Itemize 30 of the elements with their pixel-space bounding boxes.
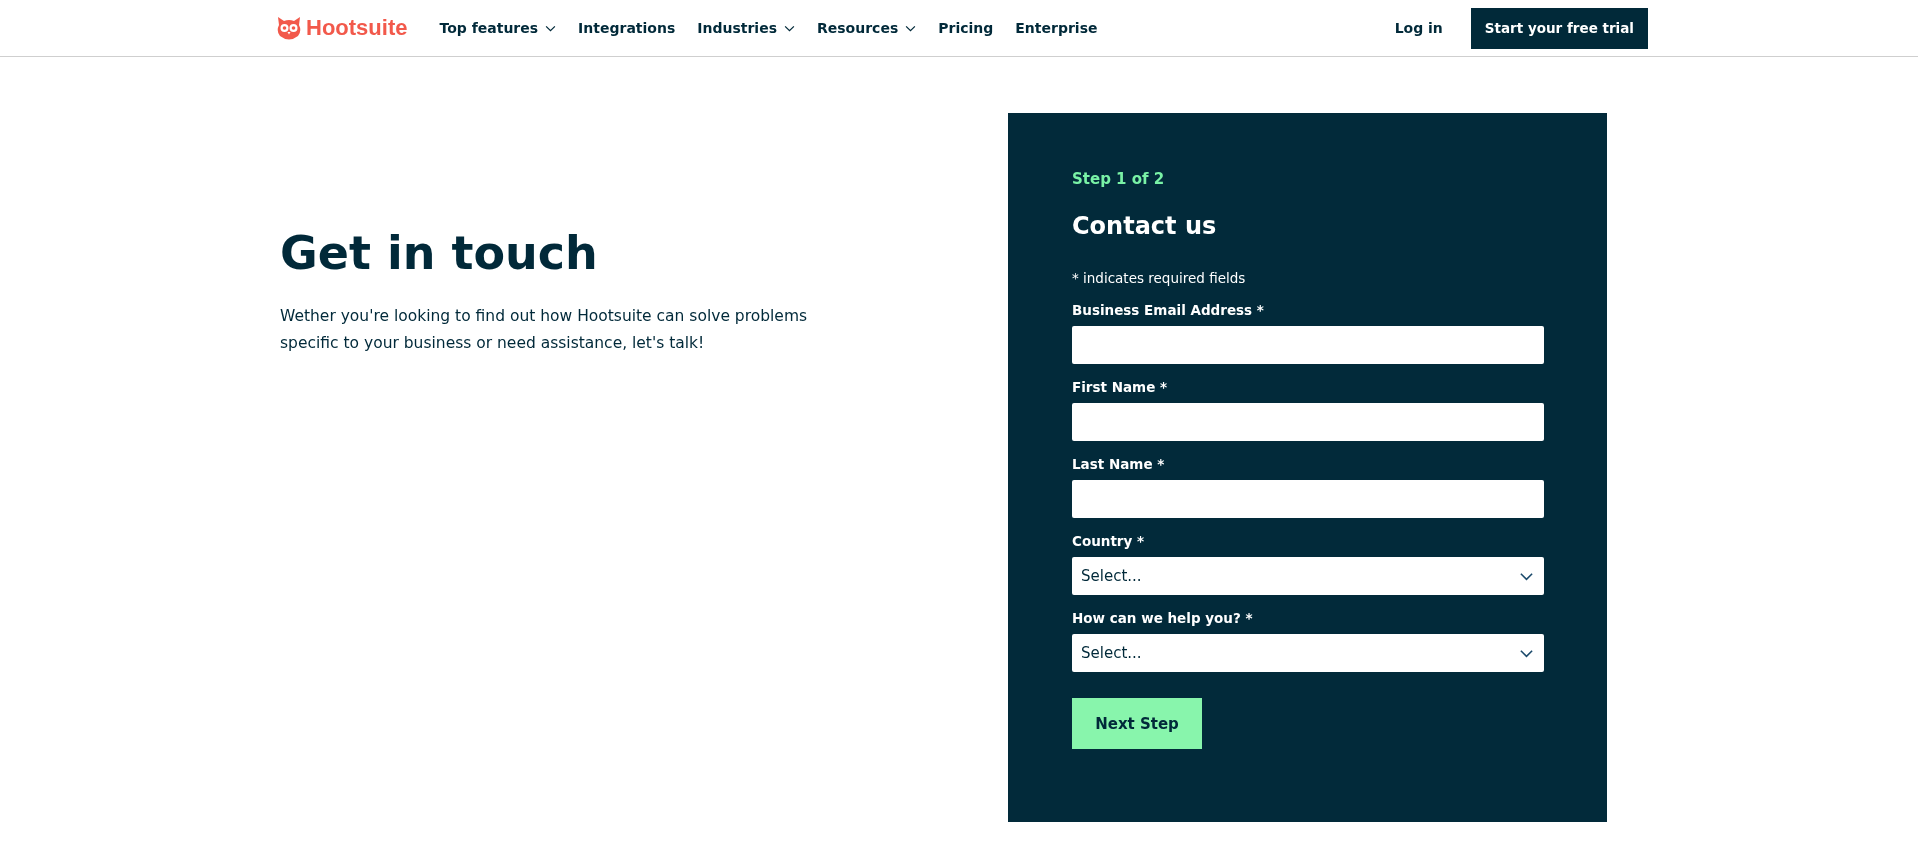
nav-dropdown[interactable]: Resources xyxy=(817,20,917,36)
chevron-down-icon xyxy=(905,24,917,32)
trial-button[interactable]: Start your free trial xyxy=(1470,7,1648,49)
input-field[interactable] xyxy=(1072,326,1544,364)
chevron-down-icon xyxy=(545,24,557,32)
field-label: First Name * xyxy=(1072,378,1169,396)
input-field[interactable] xyxy=(1072,480,1544,518)
nav-link[interactable]: Pricing xyxy=(938,20,994,36)
nav-dropdown[interactable]: Industries xyxy=(697,20,795,36)
field-label: How can we help you? * xyxy=(1072,609,1254,627)
intro-text: Wether you're looking to find out how Hootsuite can solve problems specific to your business or need assistance, let's talk! xyxy=(280,306,809,354)
required-note: * indicates required fields xyxy=(1072,269,1247,287)
page-title: Get in touch xyxy=(280,225,599,281)
field-label: Business Email Address * xyxy=(1072,301,1265,319)
select-field[interactable]: Select... xyxy=(1072,634,1544,672)
field-label: Country * xyxy=(1072,532,1146,550)
select-field[interactable]: Select... xyxy=(1072,557,1544,595)
field-label: Last Name * xyxy=(1072,455,1166,473)
nav-link[interactable]: Enterprise xyxy=(1015,20,1098,36)
form-title: Contact us xyxy=(1072,211,1218,241)
chevron-down-icon xyxy=(1519,571,1534,581)
input-field[interactable] xyxy=(1072,403,1544,441)
login-link[interactable]: Log in xyxy=(1394,20,1443,36)
chevron-down-icon xyxy=(784,24,795,32)
next-step-button[interactable]: Next Step xyxy=(1072,698,1202,749)
owl-icon[interactable] xyxy=(275,15,303,41)
nav-link[interactable]: Integrations xyxy=(578,20,676,36)
nav-dropdown[interactable]: Top features xyxy=(439,20,557,36)
step-label: Step 1 of 2 xyxy=(1072,169,1166,189)
chevron-down-icon xyxy=(1519,648,1534,658)
